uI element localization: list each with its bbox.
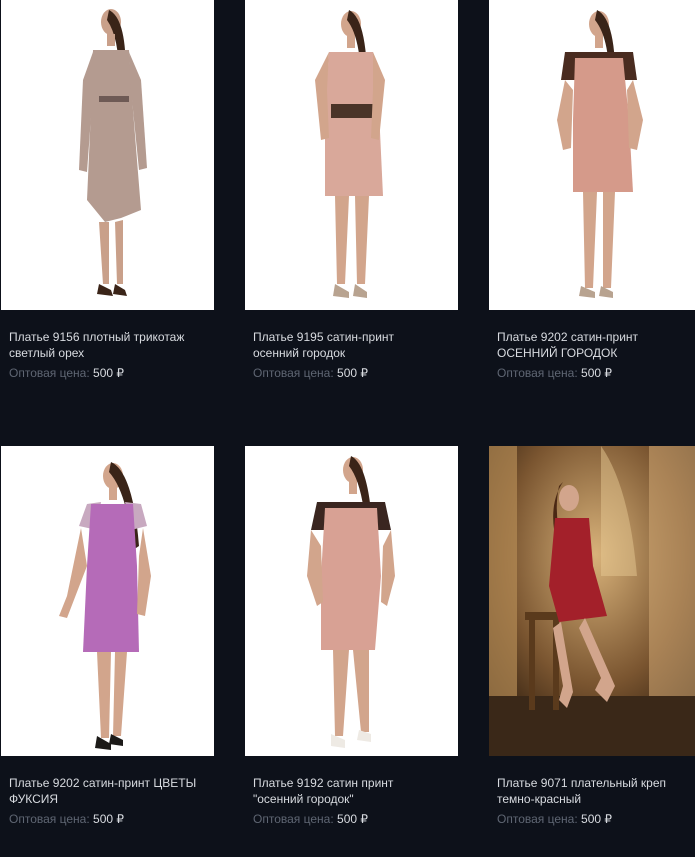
price-label: Оптовая цена: [497, 366, 578, 380]
dress-photo-interior-icon [489, 446, 695, 756]
product-price: Оптовая цена: 500 ₽ [497, 811, 612, 827]
product-card[interactable]: Платье 9071 плательный креп темно-красны… [489, 446, 695, 857]
product-price: Оптовая цена: 500 ₽ [9, 365, 124, 381]
product-title[interactable]: Платье 9192 сатин принт "осенний городок… [253, 775, 453, 807]
title-line: Платье 9202 сатин-принт [497, 330, 639, 344]
product-card[interactable]: Платье 9202 сатин-принт ЦВЕТЫ ФУКСИЯ Опт… [1, 446, 214, 857]
price-value: 500 ₽ [581, 366, 613, 380]
title-line: Платье 9202 сатин-принт ЦВЕТЫ [9, 776, 197, 790]
title-line: Платье 9071 плательный креп [497, 776, 667, 790]
price-value: 500 ₽ [337, 366, 369, 380]
price-label: Оптовая цена: [9, 366, 90, 380]
price-label: Оптовая цена: [253, 366, 334, 380]
title-line: Платье 9195 сатин-принт [253, 330, 395, 344]
product-card[interactable]: Платье 9192 сатин принт "осенний городок… [245, 446, 458, 857]
title-line: светлый орех [9, 346, 85, 360]
dress-photo-icon [557, 10, 643, 298]
dress-photo-icon [315, 10, 385, 298]
title-line: Платье 9156 плотный трикотаж [9, 330, 185, 344]
product-image[interactable] [245, 0, 458, 310]
product-image[interactable] [1, 0, 214, 310]
title-line: темно-красный [497, 792, 582, 806]
dress-photo-icon [79, 9, 147, 296]
product-title[interactable]: Платье 9071 плательный креп темно-красны… [497, 775, 695, 807]
price-value: 500 ₽ [337, 812, 369, 826]
product-title[interactable]: Платье 9202 сатин-принт ОСЕННИЙ ГОРОДОК [497, 329, 695, 361]
product-card[interactable]: Платье 9156 плотный трикотаж светлый оре… [1, 0, 214, 411]
product-grid: Платье 9156 плотный трикотаж светлый оре… [0, 0, 695, 851]
product-price: Оптовая цена: 500 ₽ [253, 811, 368, 827]
product-card[interactable]: Платье 9202 сатин-принт ОСЕННИЙ ГОРОДОК … [489, 0, 695, 411]
product-image[interactable] [1, 446, 214, 756]
title-line: осенний городок [253, 346, 346, 360]
title-line: "осенний городок" [253, 792, 354, 806]
product-title[interactable]: Платье 9195 сатин-принт осенний городок [253, 329, 453, 361]
product-image[interactable] [489, 0, 695, 310]
product-image[interactable] [489, 446, 695, 756]
product-card[interactable]: Платье 9195 сатин-принт осенний городок … [245, 0, 458, 411]
price-label: Оптовая цена: [253, 812, 334, 826]
product-price: Оптовая цена: 500 ₽ [9, 811, 124, 827]
product-price: Оптовая цена: 500 ₽ [253, 365, 368, 381]
dress-photo-icon [59, 462, 151, 750]
product-title[interactable]: Платье 9202 сатин-принт ЦВЕТЫ ФУКСИЯ [9, 775, 209, 807]
title-line: ФУКСИЯ [9, 792, 59, 806]
price-value: 500 ₽ [581, 812, 613, 826]
price-label: Оптовая цена: [497, 812, 578, 826]
product-title[interactable]: Платье 9156 плотный трикотаж светлый оре… [9, 329, 209, 361]
dress-photo-icon [307, 456, 395, 748]
price-value: 500 ₽ [93, 366, 125, 380]
title-line: Платье 9192 сатин принт [253, 776, 394, 790]
product-price: Оптовая цена: 500 ₽ [497, 365, 612, 381]
product-image[interactable] [245, 446, 458, 756]
price-value: 500 ₽ [93, 812, 125, 826]
title-line: ОСЕННИЙ ГОРОДОК [497, 346, 618, 360]
price-label: Оптовая цена: [9, 812, 90, 826]
